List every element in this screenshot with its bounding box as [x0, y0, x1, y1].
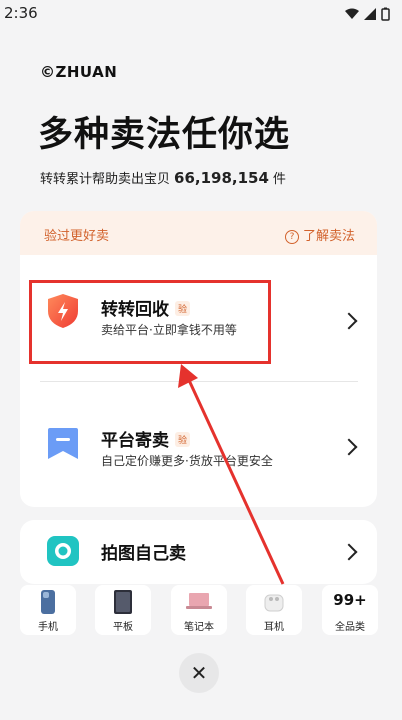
- sold-count-prefix: 转转累计帮助卖出宝贝: [40, 172, 171, 187]
- chevron-right-icon: [340, 543, 358, 561]
- earphones-icon: [264, 594, 284, 612]
- tablet-icon: [114, 590, 132, 614]
- status-bar: 2:36: [0, 0, 402, 28]
- category-all[interactable]: 99+ 全品类: [322, 585, 378, 635]
- category-tablet[interactable]: 平板: [95, 585, 151, 635]
- option-recycle[interactable]: 转转回收验 卖给平台·立即拿钱不用等: [20, 255, 377, 365]
- page-title: 多种卖法任你选: [38, 115, 291, 155]
- option-recycle-desc: 卖给平台·立即拿钱不用等: [101, 323, 237, 337]
- status-icons: [344, 6, 396, 25]
- verified-badge: 验: [175, 301, 191, 316]
- option-consign[interactable]: 平台寄卖验 自己定价赚更多·货放平台更安全: [20, 382, 377, 492]
- question-icon: ?: [284, 230, 299, 244]
- close-button[interactable]: ✕: [179, 653, 219, 693]
- category-label: 耳机: [264, 622, 284, 633]
- learn-methods-label: 了解卖法: [302, 229, 355, 244]
- option-consign-desc: 自己定价赚更多·货放平台更安全: [101, 454, 273, 468]
- status-time: 2:36: [4, 4, 38, 22]
- laptop-icon: [186, 593, 212, 609]
- wifi-icon: [345, 8, 359, 19]
- category-label: 平板: [113, 622, 133, 633]
- category-label: 手机: [38, 622, 58, 633]
- category-count: 99+: [333, 591, 367, 609]
- chevron-right-icon: [340, 438, 358, 456]
- sell-methods-card: 验过更好卖 ? 了解卖法 转转回收验 卖给平台·立即拿钱不用等 平台寄卖验 自己定…: [20, 211, 377, 507]
- battery-icon: [381, 8, 390, 21]
- verified-badge: 验: [175, 432, 191, 447]
- category-row: 手机 平板 笔记本 耳机 99+ 全品类: [20, 585, 380, 635]
- brand-logo: ©ZHUAN: [40, 63, 118, 81]
- option-self-sell-title: 拍图自己卖: [101, 544, 186, 564]
- shield-icon: [48, 294, 78, 328]
- option-consign-title: 平台寄卖验: [101, 426, 191, 451]
- sold-count-line: 转转累计帮助卖出宝贝 66,198,154 件: [40, 168, 286, 187]
- sold-count-suffix: 件: [272, 172, 286, 187]
- sold-count-value: 66,198,154: [174, 169, 269, 187]
- option-self-sell[interactable]: 拍图自己卖: [20, 520, 377, 584]
- category-laptop[interactable]: 笔记本: [171, 585, 227, 635]
- phone-icon: [41, 590, 55, 614]
- camera-icon: [47, 536, 79, 566]
- category-label: 全品类: [335, 622, 365, 633]
- category-label: 笔记本: [184, 622, 214, 633]
- card-header: 验过更好卖 ? 了解卖法: [20, 211, 377, 255]
- signal-icon: [364, 8, 376, 20]
- verified-tagline: 验过更好卖: [44, 229, 110, 244]
- category-phone[interactable]: 手机: [20, 585, 76, 635]
- close-icon: ✕: [190, 661, 208, 685]
- option-recycle-title: 转转回收验: [101, 295, 191, 320]
- learn-methods-link[interactable]: ? 了解卖法: [284, 225, 355, 244]
- category-earphones[interactable]: 耳机: [246, 585, 302, 635]
- chevron-right-icon: [340, 312, 358, 330]
- bookmark-icon: [48, 428, 78, 459]
